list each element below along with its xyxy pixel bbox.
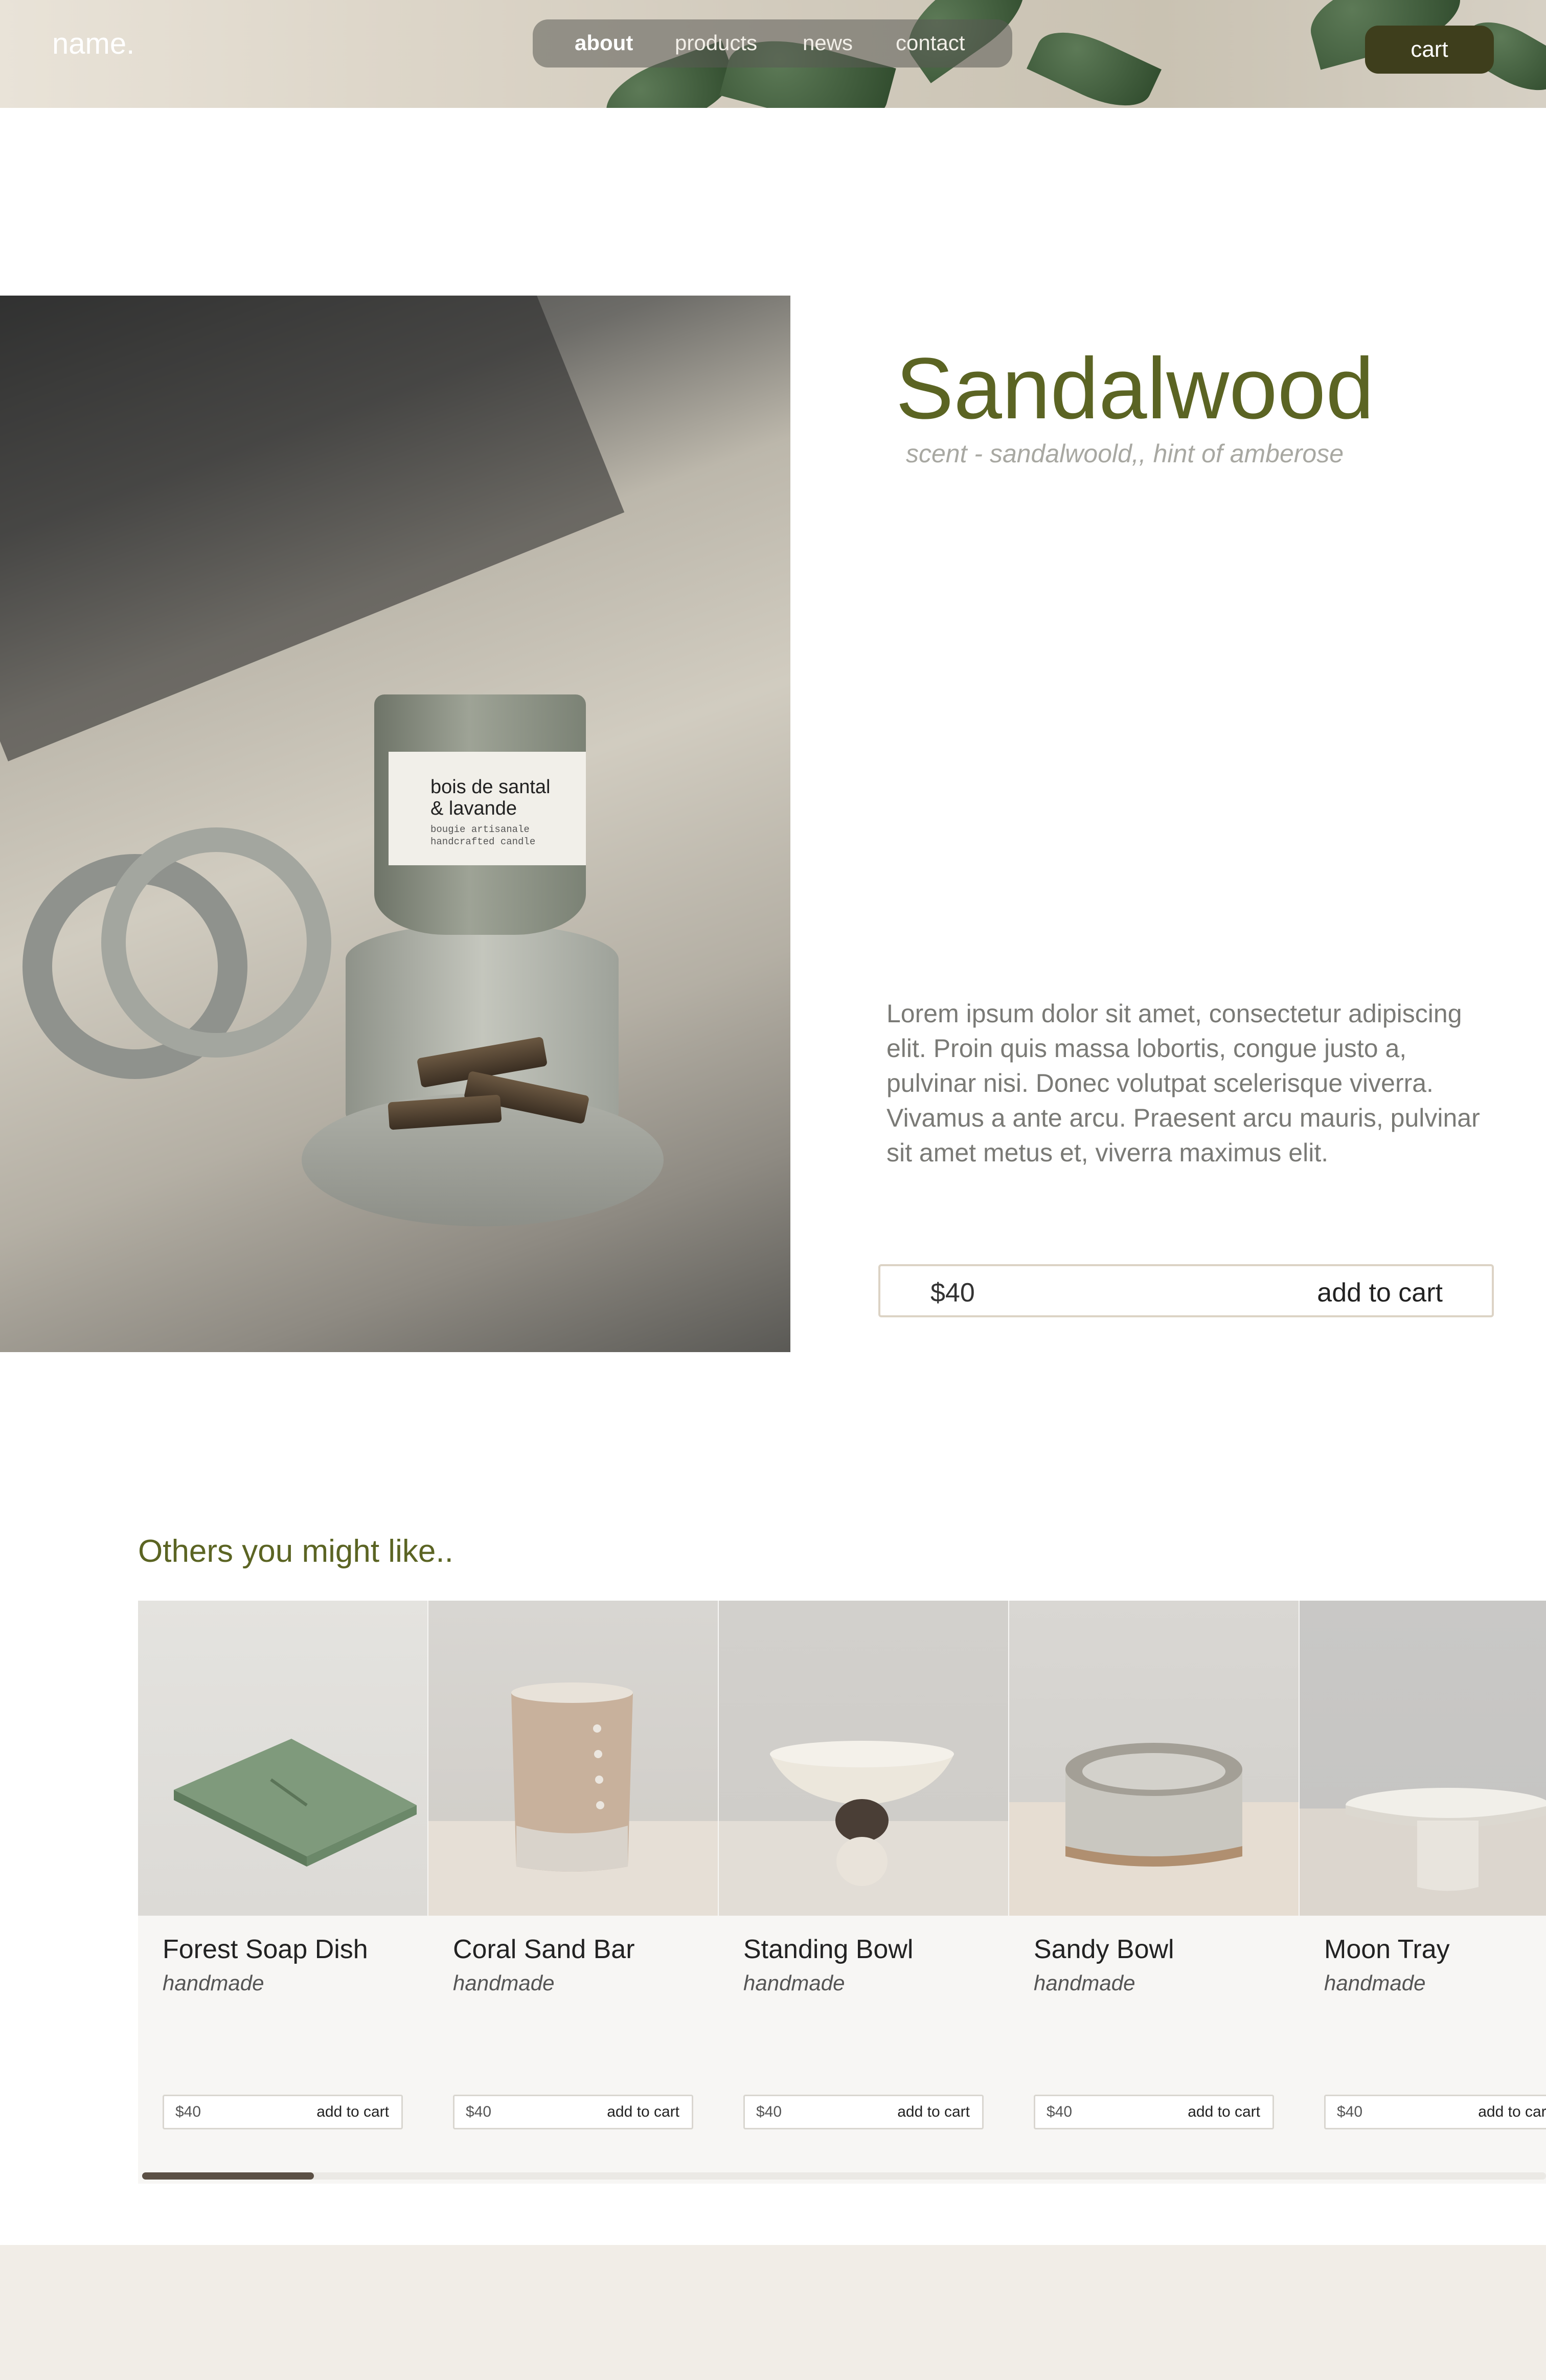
product-card-image[interactable] <box>138 1601 427 1916</box>
product-card-image[interactable] <box>1009 1601 1299 1916</box>
product-card-add-button[interactable]: add to cart <box>1478 2103 1546 2121</box>
product-card-name[interactable]: Sandy Bowl <box>1034 1934 1174 1965</box>
product-card-image[interactable] <box>719 1601 1008 1916</box>
nav-about[interactable]: about <box>575 31 633 55</box>
product-card-subtitle: handmade <box>163 1971 264 1995</box>
product-card[interactable]: Moon Tray handmade $40 add to cart <box>1300 1601 1546 2184</box>
product-card-add-button[interactable]: add to cart <box>897 2103 970 2121</box>
moon-tray-illustration <box>1346 1788 1546 1891</box>
carousel-scrollbar-track[interactable] <box>142 2172 1546 2180</box>
product-card[interactable]: Sandy Bowl handmade $40 add to cart <box>1009 1601 1299 2184</box>
site-footer <box>0 2245 1546 2380</box>
product-card-name[interactable]: Coral Sand Bar <box>453 1934 635 1965</box>
product-card-image[interactable] <box>428 1601 718 1916</box>
product-card-price: $40 <box>756 2103 782 2120</box>
product-card-add-button[interactable]: add to cart <box>607 2103 679 2121</box>
product-card[interactable]: Coral Sand Bar handmade $40 add to cart <box>428 1601 718 2184</box>
product-card-buy: $40 add to cart <box>453 2095 693 2129</box>
label-line-3: bougie artisanale <box>430 824 530 835</box>
nav-products[interactable]: products <box>675 31 757 55</box>
related-heading: Others you might like.. <box>138 1534 453 1569</box>
standing-bowl-illustration <box>770 1741 954 1886</box>
product-card[interactable]: Forest Soap Dish handmade $40 add to car… <box>138 1601 427 2184</box>
product-card-subtitle: handmade <box>453 1971 555 1995</box>
product-card-price: $40 <box>1047 2103 1073 2120</box>
product-card-subtitle: handmade <box>743 1971 845 1995</box>
product-title: Sandalwood <box>896 340 1374 437</box>
product-card-add-button[interactable]: add to cart <box>1188 2103 1260 2121</box>
add-to-cart-button[interactable]: add to cart <box>1317 1277 1443 1308</box>
site-header: name. about products news contact cart <box>0 0 1546 108</box>
product-card-buy: $40 add to cart <box>163 2095 403 2129</box>
product-description: Lorem ipsum dolor sit amet, consectetur … <box>886 999 1480 1167</box>
product-card-buy: $40 add to cart <box>743 2095 984 2129</box>
soap-dish-illustration <box>174 1739 417 1867</box>
plant-leaf-decoration <box>1026 17 1162 108</box>
product-card-buy: $40 add to cart <box>1034 2095 1274 2129</box>
vase-illustration <box>511 1682 633 1872</box>
product-card-add-button[interactable]: add to cart <box>316 2103 389 2121</box>
product-card-price: $40 <box>175 2103 201 2120</box>
product-card-name[interactable]: Standing Bowl <box>743 1934 913 1965</box>
main-nav: about products news contact <box>533 19 1012 68</box>
product-card-price: $40 <box>466 2103 492 2120</box>
label-line-1: bois de santal <box>430 776 551 798</box>
product-main-image: bois de santal & lavande bougie artisanal… <box>0 296 790 1352</box>
concrete-ring-decoration <box>101 827 331 1058</box>
product-card-name[interactable]: Moon Tray <box>1324 1934 1450 1965</box>
product-card-subtitle: handmade <box>1034 1971 1135 1995</box>
product-card-name[interactable]: Forest Soap Dish <box>163 1934 368 1965</box>
site-logo[interactable]: name. <box>52 27 134 61</box>
candle-label: bois de santal & lavande bougie artisanal… <box>389 752 586 865</box>
carousel-scrollbar-thumb[interactable] <box>142 2172 314 2180</box>
label-line-4: handcrafted candle <box>430 836 536 847</box>
product-card-image[interactable] <box>1300 1601 1546 1916</box>
nav-contact[interactable]: contact <box>896 31 965 55</box>
product-card-buy: $40 add to cart <box>1324 2095 1546 2129</box>
product-card[interactable]: Standing Bowl handmade $40 add to cart <box>719 1601 1008 2184</box>
product-subtitle: scent - sandalwoold,, hint of amberose <box>906 439 1344 468</box>
product-card-price: $40 <box>1337 2103 1363 2120</box>
cart-button[interactable]: cart <box>1365 26 1494 74</box>
label-line-2: & lavande <box>430 798 517 819</box>
buy-bar: $40 add to cart <box>878 1264 1494 1317</box>
shadow-decoration <box>0 296 625 761</box>
product-price: $40 <box>930 1278 975 1308</box>
product-card-subtitle: handmade <box>1324 1971 1426 1995</box>
related-carousel: Forest Soap Dish handmade $40 add to car… <box>138 1601 1546 2184</box>
sandy-bowl-illustration <box>1065 1743 1242 1867</box>
nav-news[interactable]: news <box>803 31 853 55</box>
